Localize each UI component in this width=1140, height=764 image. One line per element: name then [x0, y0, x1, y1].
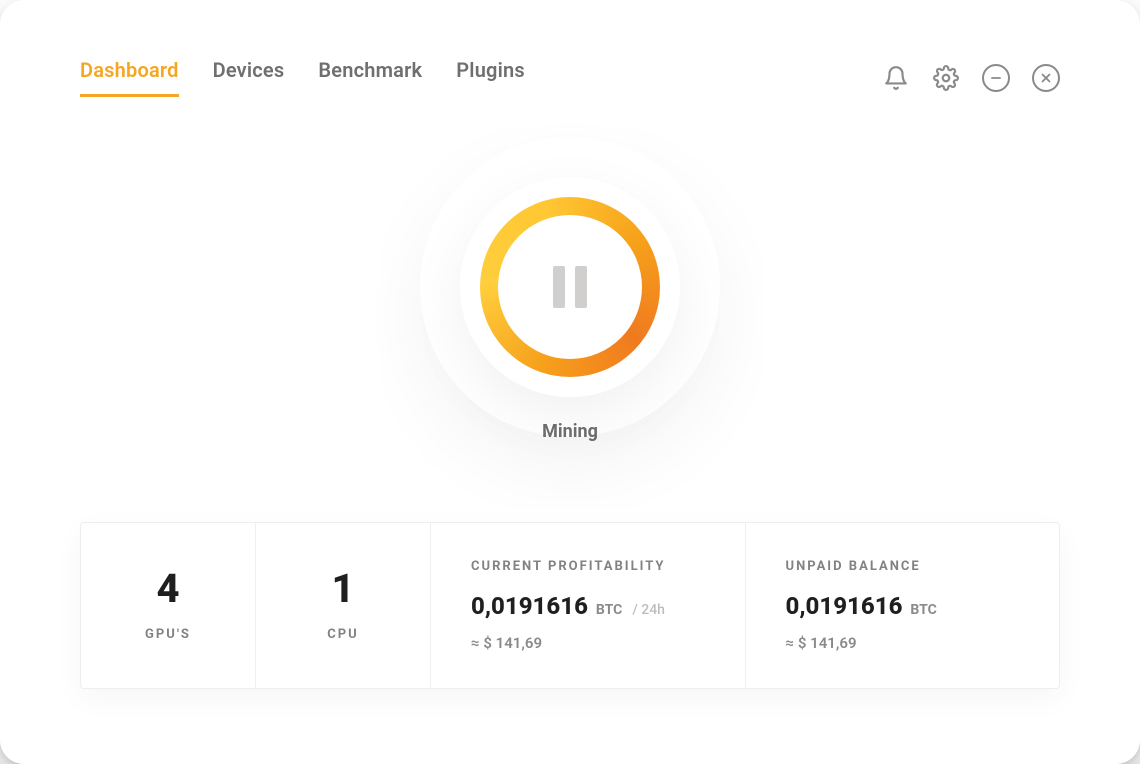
balance-amount: 0,0191616: [786, 592, 903, 620]
cpu-label: CPU: [327, 627, 358, 642]
tab-benchmark[interactable]: Benchmark: [318, 58, 422, 97]
card-profitability: CURRENT PROFITABILITY 0,0191616 BTC / 24…: [431, 523, 746, 688]
profitability-approx: ≈ $ 141,69: [471, 634, 705, 652]
bell-icon[interactable]: [882, 64, 910, 92]
tab-dashboard[interactable]: Dashboard: [80, 58, 179, 97]
status-label: Mining: [542, 421, 598, 442]
profitability-title: CURRENT PROFITABILITY: [471, 559, 705, 574]
minimize-icon[interactable]: [982, 64, 1010, 92]
card-gpus: 4 GPU'S: [81, 523, 256, 688]
status-hero: Mining: [0, 177, 1140, 442]
stats-row: 4 GPU'S 1 CPU CURRENT PROFITABILITY 0,01…: [80, 522, 1060, 689]
card-balance: UNPAID BALANCE 0,0191616 BTC ≈ $ 141,69: [746, 523, 1060, 688]
balance-amount-row: 0,0191616 BTC: [786, 592, 1020, 620]
profitability-amount: 0,0191616: [471, 592, 588, 620]
gear-icon[interactable]: [932, 64, 960, 92]
top-bar: Dashboard Devices Benchmark Plugins: [0, 0, 1140, 97]
mining-toggle-button[interactable]: [480, 197, 660, 377]
app-window: Dashboard Devices Benchmark Plugins: [0, 0, 1140, 764]
profitability-amount-row: 0,0191616 BTC / 24h: [471, 592, 705, 620]
gpus-count: 4: [156, 569, 179, 609]
profitability-unit: BTC: [596, 602, 622, 618]
card-cpu: 1 CPU: [256, 523, 431, 688]
profitability-per: / 24h: [632, 602, 665, 618]
close-icon[interactable]: [1032, 64, 1060, 92]
tab-devices[interactable]: Devices: [213, 58, 285, 97]
pause-icon: [553, 266, 587, 308]
balance-unit: BTC: [910, 602, 936, 618]
tab-plugins[interactable]: Plugins: [456, 58, 525, 97]
mining-toggle-inner: [498, 215, 642, 359]
window-controls: [882, 64, 1060, 92]
gpus-label: GPU'S: [145, 627, 191, 642]
tabs: Dashboard Devices Benchmark Plugins: [80, 58, 525, 97]
balance-title: UNPAID BALANCE: [786, 559, 1020, 574]
mining-toggle-wrap: [460, 177, 680, 397]
cpu-count: 1: [331, 569, 354, 609]
balance-approx: ≈ $ 141,69: [786, 634, 1020, 652]
